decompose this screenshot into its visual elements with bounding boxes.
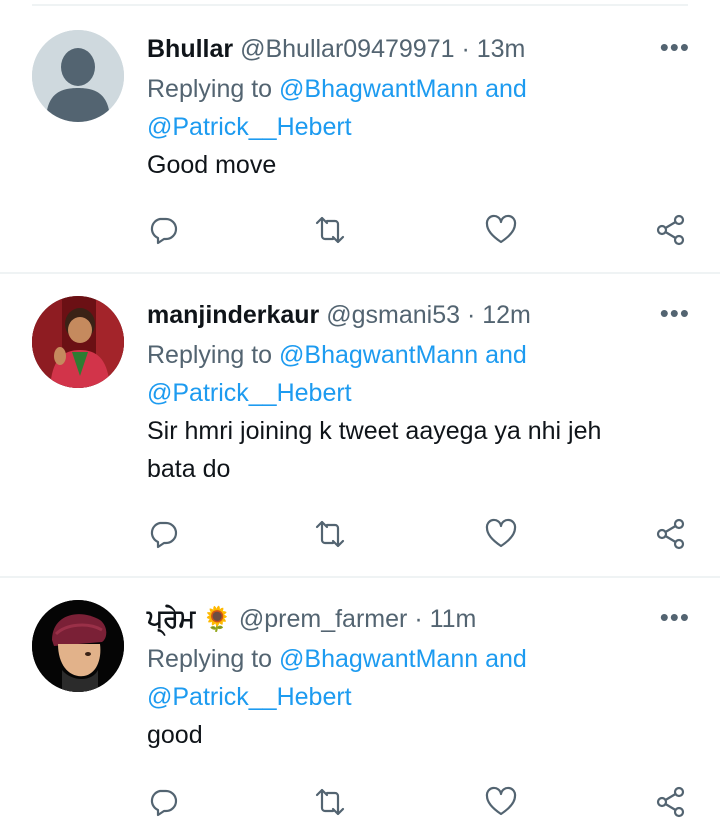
like-icon [485, 518, 517, 548]
sunflower-emoji-icon: 🌻 [202, 606, 232, 633]
user-handle[interactable]: @gsmani53 [326, 301, 460, 329]
share-button[interactable] [655, 214, 691, 250]
mention-link[interactable]: @Patrick__Hebert [147, 683, 352, 711]
reply-icon [150, 521, 178, 549]
like-icon [485, 214, 517, 244]
and-label: and [478, 645, 527, 673]
share-icon [656, 786, 685, 818]
mention-link[interactable]: @Patrick__Hebert [147, 113, 352, 141]
reply-icon [150, 789, 178, 817]
like-button[interactable] [485, 786, 521, 822]
reply-button[interactable] [147, 214, 183, 250]
user-handle[interactable]: @prem_farmer [239, 605, 407, 633]
photo-avatar-icon [32, 296, 124, 388]
replying-to-label: Replying to [147, 75, 280, 103]
tweet-header: ਪ੍ਰੇਮ 🌻 @prem_farmer · 11m ••• [147, 602, 690, 636]
more-options-icon[interactable]: ••• [660, 32, 690, 62]
and-label: and [478, 341, 527, 369]
and-label: and [478, 75, 527, 103]
tweet-text-line: bata do [147, 455, 231, 483]
like-button[interactable] [485, 518, 521, 554]
tweet-text: Good move [147, 146, 690, 184]
mention-link[interactable]: @BhagwantMann [279, 341, 478, 369]
separator-dot: · [466, 301, 476, 329]
reply-button[interactable] [147, 518, 183, 554]
more-options-icon[interactable]: ••• [660, 298, 690, 328]
timestamp[interactable]: 11m [430, 605, 477, 633]
user-handle[interactable]: @Bhullar09479971 [240, 35, 454, 63]
display-name[interactable]: manjinderkaur [147, 301, 319, 329]
share-icon [656, 214, 685, 246]
reply-button[interactable] [147, 786, 183, 822]
avatar[interactable] [32, 296, 124, 388]
avatar[interactable] [32, 600, 124, 692]
separator-dot: · [414, 605, 423, 633]
avatar[interactable] [32, 30, 124, 122]
tweet-text: good [147, 716, 690, 754]
share-icon [656, 518, 685, 550]
mention-link[interactable]: @Patrick__Hebert [147, 379, 352, 407]
mention-link[interactable]: @BhagwantMann [279, 645, 478, 673]
display-name[interactable]: Bhullar [147, 35, 233, 63]
tweet[interactable]: Bhullar @Bhullar09479971 · 13m ••• Reply… [0, 0, 720, 272]
timestamp[interactable]: 13m [477, 35, 526, 63]
action-bar [147, 786, 687, 822]
tweet-header: manjinderkaur @gsmani53 · 12m ••• [147, 298, 690, 332]
tweet-text-line: Sir hmri joining k tweet aayega ya nhi j… [147, 417, 602, 445]
tweet-text-line: good [147, 721, 203, 749]
replying-to: Replying to @BhagwantMann and @Patrick__… [147, 336, 690, 412]
retweet-icon [315, 788, 345, 816]
retweet-icon [315, 216, 345, 244]
mention-link[interactable]: @BhagwantMann [279, 75, 478, 103]
like-icon [485, 786, 517, 816]
retweet-button[interactable] [314, 786, 350, 822]
reply-icon [150, 217, 178, 245]
retweet-button[interactable] [314, 214, 350, 250]
tweet-text-line: Good move [147, 151, 277, 179]
retweet-button[interactable] [314, 518, 350, 554]
timestamp[interactable]: 12m [482, 301, 531, 329]
replying-to-label: Replying to [147, 645, 280, 673]
replying-to: Replying to @BhagwantMann and @Patrick__… [147, 70, 690, 146]
replying-to: Replying to @BhagwantMann and @Patrick__… [147, 640, 690, 716]
share-button[interactable] [655, 518, 691, 554]
action-bar [147, 518, 687, 554]
action-bar [147, 214, 687, 250]
replying-to-label: Replying to [147, 341, 280, 369]
cartoon-avatar-icon [32, 600, 124, 692]
tweet[interactable]: ਪ੍ਰੇਮ 🌻 @prem_farmer · 11m ••• Replying … [0, 578, 720, 818]
share-button[interactable] [655, 786, 691, 822]
more-options-icon[interactable]: ••• [660, 602, 690, 632]
tweet-text: Sir hmri joining k tweet aayega ya nhi j… [147, 412, 690, 488]
tweet[interactable]: manjinderkaur @gsmani53 · 12m ••• Replyi… [0, 274, 720, 576]
default-avatar-icon [32, 30, 124, 122]
separator-dot: · [461, 35, 470, 63]
like-button[interactable] [485, 214, 521, 250]
retweet-icon [315, 520, 345, 548]
display-name[interactable]: ਪ੍ਰੇਮ [147, 605, 195, 633]
tweet-header: Bhullar @Bhullar09479971 · 13m ••• [147, 32, 690, 66]
